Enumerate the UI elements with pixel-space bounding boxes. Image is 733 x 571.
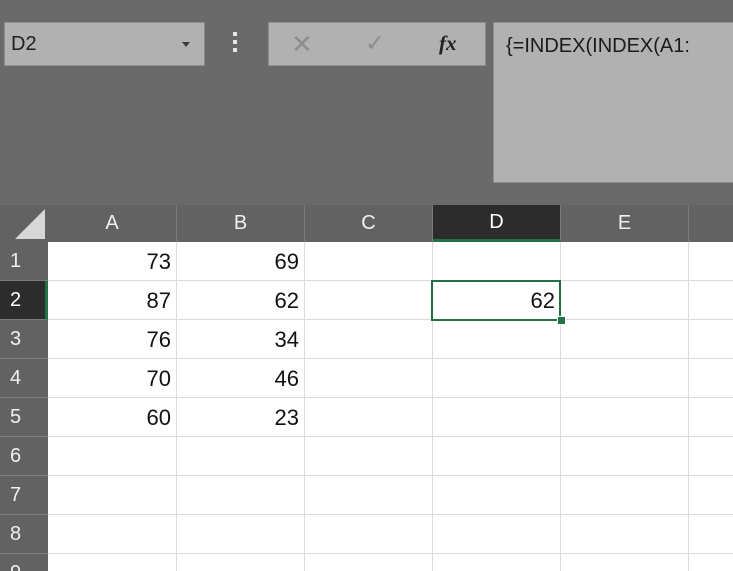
row-header-6[interactable]: 6 — [0, 437, 48, 476]
cancel-icon[interactable]: ✕ — [291, 30, 313, 58]
cell-c7[interactable] — [305, 476, 433, 515]
cell-d6[interactable] — [433, 437, 561, 476]
cell-c9[interactable] — [305, 554, 433, 571]
name-box-value[interactable]: D2 — [11, 33, 37, 56]
cell-a9[interactable] — [48, 554, 177, 571]
select-all-button[interactable] — [0, 205, 48, 242]
cell-d1[interactable] — [433, 242, 561, 281]
cell-b6[interactable] — [177, 437, 305, 476]
cell-f1[interactable] — [689, 242, 733, 281]
column-header-b[interactable]: B — [177, 205, 305, 242]
row-header-2[interactable]: 2 — [0, 281, 48, 320]
cell-c5[interactable] — [305, 398, 433, 437]
name-box[interactable]: D2 — [4, 22, 205, 66]
cell-a1[interactable]: 73 — [48, 242, 177, 281]
cell-c6[interactable] — [305, 437, 433, 476]
row-header-5[interactable]: 5 — [0, 398, 48, 437]
formula-buttons: ✕ ✓ fx — [268, 22, 486, 66]
cell-a6[interactable] — [48, 437, 177, 476]
cell-c8[interactable] — [305, 515, 433, 554]
cell-f4[interactable] — [689, 359, 733, 398]
cell-e1[interactable] — [561, 242, 689, 281]
row-header-4[interactable]: 4 — [0, 359, 48, 398]
cell-b7[interactable] — [177, 476, 305, 515]
row-header-7[interactable]: 7 — [0, 476, 48, 515]
cell-f9[interactable] — [689, 554, 733, 571]
cell-c2[interactable] — [305, 281, 433, 320]
row-header-3[interactable]: 3 — [0, 320, 48, 359]
cell-e8[interactable] — [561, 515, 689, 554]
cell-f6[interactable] — [689, 437, 733, 476]
insert-function-icon[interactable]: fx — [439, 31, 457, 56]
cell-e2[interactable] — [561, 281, 689, 320]
column-header-next[interactable] — [689, 205, 733, 242]
cell-d5[interactable] — [433, 398, 561, 437]
cell-b9[interactable] — [177, 554, 305, 571]
cell-e3[interactable] — [561, 320, 689, 359]
column-header-a[interactable]: A — [48, 205, 177, 242]
cell-e6[interactable] — [561, 437, 689, 476]
cell-d7[interactable] — [433, 476, 561, 515]
cell-f5[interactable] — [689, 398, 733, 437]
formula-bar-area: D2 ✕ ✓ fx {=INDEX(INDEX(A1: — [0, 0, 733, 205]
select-all-icon — [15, 209, 45, 239]
cell-b4[interactable]: 46 — [177, 359, 305, 398]
cell-a7[interactable] — [48, 476, 177, 515]
cell-e5[interactable] — [561, 398, 689, 437]
cell-d4[interactable] — [433, 359, 561, 398]
cell-e7[interactable] — [561, 476, 689, 515]
cell-d8[interactable] — [433, 515, 561, 554]
active-cell-outline — [431, 280, 561, 321]
cell-c1[interactable] — [305, 242, 433, 281]
formula-input[interactable]: {=INDEX(INDEX(A1: — [493, 22, 733, 183]
cell-f3[interactable] — [689, 320, 733, 359]
cell-f2[interactable] — [689, 281, 733, 320]
column-header-c[interactable]: C — [305, 205, 433, 242]
spreadsheet-grid: ABCDE1736928762623763447046560236789 — [0, 205, 733, 571]
column-header-d[interactable]: D — [433, 205, 561, 242]
more-options-icon[interactable] — [232, 32, 238, 58]
cell-b3[interactable]: 34 — [177, 320, 305, 359]
cell-d9[interactable] — [433, 554, 561, 571]
cell-b5[interactable]: 23 — [177, 398, 305, 437]
cell-e4[interactable] — [561, 359, 689, 398]
cell-a2[interactable]: 87 — [48, 281, 177, 320]
cell-a8[interactable] — [48, 515, 177, 554]
cell-c4[interactable] — [305, 359, 433, 398]
row-header-9[interactable]: 9 — [0, 554, 48, 571]
fill-handle[interactable] — [557, 316, 566, 325]
row-header-8[interactable]: 8 — [0, 515, 48, 554]
cell-f8[interactable] — [689, 515, 733, 554]
row-header-1[interactable]: 1 — [0, 242, 48, 281]
chevron-down-icon[interactable] — [182, 42, 190, 47]
column-header-e[interactable]: E — [561, 205, 689, 242]
cell-b8[interactable] — [177, 515, 305, 554]
cell-f7[interactable] — [689, 476, 733, 515]
cell-e9[interactable] — [561, 554, 689, 571]
cell-b1[interactable]: 69 — [177, 242, 305, 281]
cell-d3[interactable] — [433, 320, 561, 359]
cell-c3[interactable] — [305, 320, 433, 359]
cell-a4[interactable]: 70 — [48, 359, 177, 398]
formula-text[interactable]: {=INDEX(INDEX(A1: — [506, 35, 690, 58]
cell-a3[interactable]: 76 — [48, 320, 177, 359]
cell-a5[interactable]: 60 — [48, 398, 177, 437]
cell-b2[interactable]: 62 — [177, 281, 305, 320]
enter-icon[interactable]: ✓ — [365, 30, 385, 58]
